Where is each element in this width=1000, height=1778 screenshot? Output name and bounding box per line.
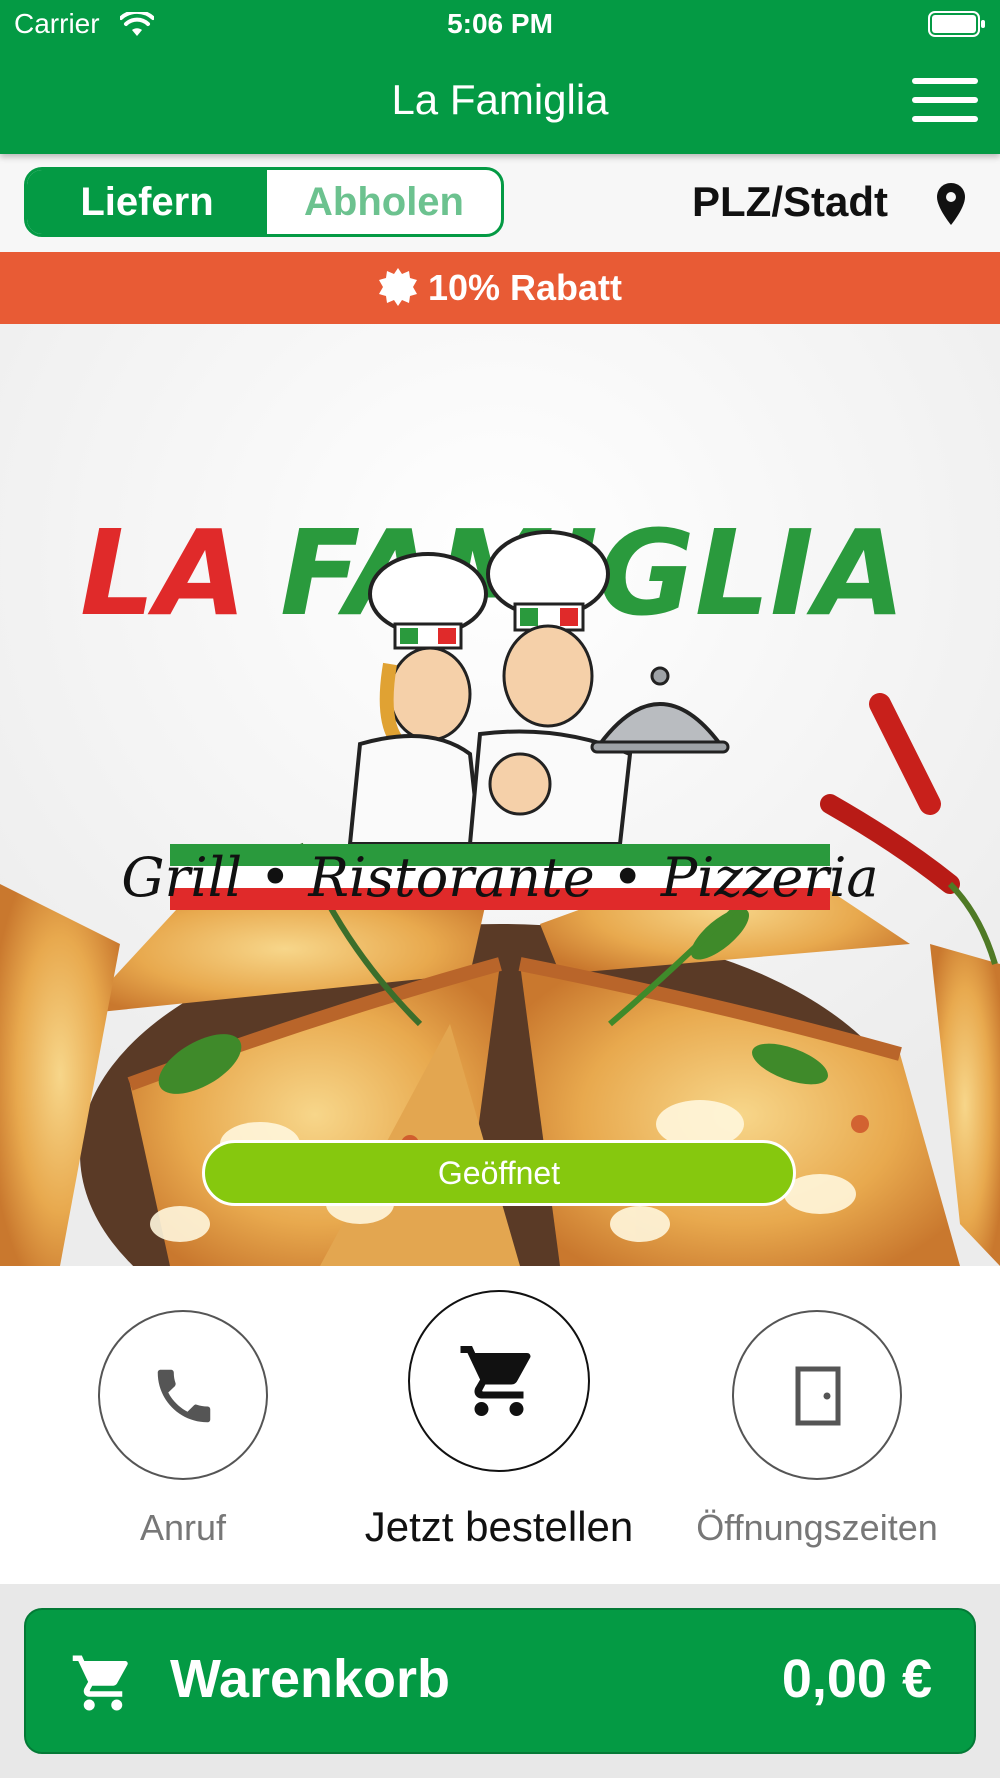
discount-label: 10% Rabatt (427, 267, 623, 308)
opening-hours-button[interactable] (732, 1310, 902, 1480)
opening-hours-label: Öffnungszeiten (696, 1507, 938, 1548)
hamburger-icon-bar (912, 78, 978, 84)
order-now-button[interactable] (408, 1290, 590, 1472)
door-icon (795, 1366, 841, 1426)
restaurant-logo-image: LA FAMIGLIA Grill • Ristorante • Pizzeri… (0, 324, 1000, 1266)
call-button[interactable] (98, 1310, 268, 1480)
page-title: La Famiglia (391, 76, 609, 123)
phone-icon (157, 1369, 211, 1423)
open-status-button[interactable]: Geöffnet (202, 1140, 796, 1206)
status-time: 5:06 PM (447, 8, 553, 39)
cart-icon (460, 1346, 531, 1416)
cart-label: Warenkorb (170, 1649, 451, 1709)
location-pin-icon[interactable] (936, 182, 966, 226)
cart-total: 0,00 € (781, 1649, 932, 1709)
app-header: Carrier 5:06 PM La Famiglia (0, 0, 1000, 154)
hamburger-icon-bar (912, 97, 978, 103)
cart-icon (72, 1655, 128, 1711)
battery-icon (928, 11, 985, 37)
order-now-label: Jetzt bestellen (364, 1503, 634, 1550)
deliver-tab[interactable]: Liefern (27, 170, 267, 234)
logo-la: LA (80, 504, 247, 642)
delivery-options-bar: Liefern Abholen PLZ/Stadt (0, 154, 1000, 252)
hero-image: LA FAMIGLIA Grill • Ristorante • Pizzeri… (0, 324, 1000, 1266)
delivery-mode-toggle: Liefern Abholen (24, 167, 504, 237)
location-selector[interactable]: PLZ/Stadt (692, 178, 888, 226)
discount-badge-icon (378, 268, 417, 307)
pickup-tab[interactable]: Abholen (267, 170, 501, 234)
hamburger-icon-bar (912, 116, 978, 122)
cart-button[interactable]: Warenkorb 0,00 € (24, 1608, 976, 1754)
discount-banner[interactable]: 10% Rabatt (0, 252, 1000, 324)
call-label: Anruf (139, 1507, 227, 1548)
menu-button[interactable] (912, 76, 980, 124)
logo-tagline: Grill • Ristorante • Pizzeria (121, 846, 878, 909)
